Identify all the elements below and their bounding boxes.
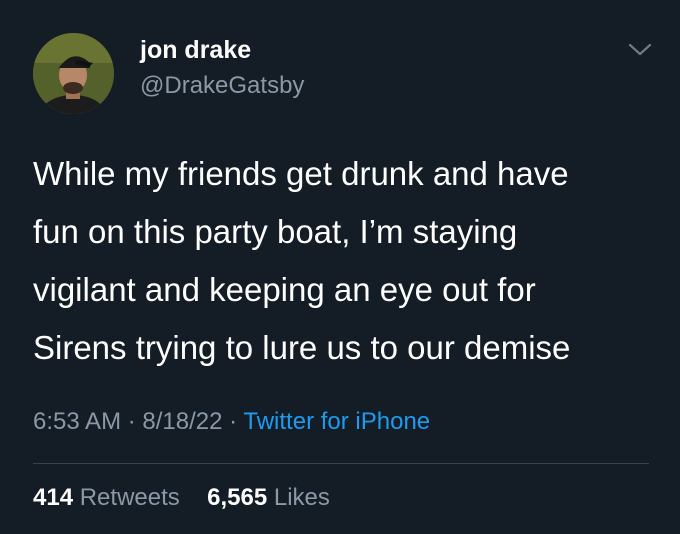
- tweet-text-line: While my friends get drunk and have: [33, 155, 569, 192]
- retweets-label: Retweets: [79, 484, 180, 511]
- likes-label: Likes: [273, 484, 330, 511]
- chevron-down-icon[interactable]: [622, 34, 658, 64]
- likes-stat[interactable]: 6,565 Likes: [207, 484, 330, 511]
- tweet-text-line: vigilant and keeping an eye out for: [33, 271, 536, 308]
- tweet-text: While my friends get drunk and have fun …: [33, 145, 663, 377]
- tweet-source-link[interactable]: Twitter for iPhone: [243, 408, 430, 435]
- tweet-stats: 414 Retweets 6,565 Likes: [33, 484, 330, 512]
- tweet-text-line: Sirens trying to lure us to our demise: [33, 329, 571, 366]
- meta-separator: ·: [127, 408, 136, 435]
- author-handle[interactable]: @DrakeGatsby: [140, 72, 304, 100]
- divider: [33, 463, 649, 464]
- avatar-photo: [33, 33, 114, 114]
- tweet-text-line: fun on this party boat, I’m staying: [33, 213, 518, 250]
- retweets-stat[interactable]: 414 Retweets: [33, 484, 186, 511]
- likes-count: 6,565: [207, 484, 268, 511]
- tweet-date[interactable]: 8/18/22: [142, 408, 222, 435]
- tweet-time[interactable]: 6:53 AM: [33, 408, 121, 435]
- author-display-name[interactable]: jon drake: [140, 36, 251, 65]
- tweet-metadata: 6:53 AM · 8/18/22 · Twitter for iPhone: [33, 408, 430, 436]
- retweets-count: 414: [33, 484, 74, 511]
- meta-separator: ·: [229, 408, 238, 435]
- avatar[interactable]: [33, 33, 114, 114]
- tweet-card: jon drake @DrakeGatsby While my friends …: [0, 0, 680, 534]
